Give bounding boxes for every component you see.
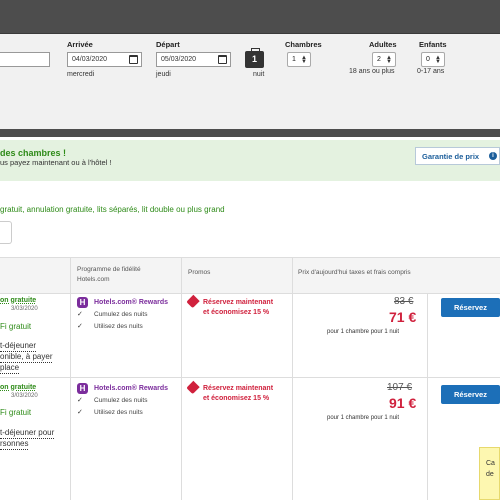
benefit-use: Utilisez des nuits: [94, 323, 143, 330]
new-price: 71 €: [389, 309, 417, 325]
destination-input[interactable]: [0, 52, 50, 67]
book-button[interactable]: Réservez: [441, 298, 500, 317]
adults-hint: 18 ans ou plus: [349, 68, 395, 75]
rooms-select[interactable]: 1 ▲ ▼: [287, 52, 311, 67]
rewards-title: Hotels.com® Rewards: [94, 299, 169, 306]
room-features-text: gratuit, annulation gratuite, lits sépar…: [0, 205, 225, 214]
calendar-icon[interactable]: [129, 55, 138, 64]
top-bar: [0, 0, 500, 34]
free-cancellation-link[interactable]: on gratuite: [0, 297, 36, 304]
cancel-date: 3/03/2020: [11, 306, 38, 312]
calendar-icon[interactable]: [218, 55, 227, 64]
breakfast-line-1[interactable]: t-déjeuner: [0, 341, 37, 352]
check-icon: ✓: [77, 397, 83, 404]
children-hint: 0-17 ans: [417, 68, 445, 75]
children-select[interactable]: 0 ▲ ▼: [421, 52, 445, 67]
header-price: Prix d'aujourd'hui taxes et frais compri…: [298, 269, 411, 276]
hotels-rewards-icon: H: [77, 383, 88, 394]
nights-label: nuit: [253, 71, 265, 78]
old-price: 107 €: [387, 382, 413, 393]
header-loyalty: Programme de fidélité Hotels.com: [77, 266, 141, 283]
feedback-note[interactable]: Ca de: [479, 447, 500, 500]
rooms-label: Chambres: [285, 40, 322, 49]
price-unit: pour 1 chambre pour 1 nuit: [327, 415, 400, 421]
departure-day: jeudi: [156, 71, 171, 78]
benefit-earn: Cumulez des nuits: [94, 397, 148, 404]
check-icon: ✓: [77, 409, 83, 416]
info-icon: i: [489, 152, 497, 160]
breakfast-line-2[interactable]: rsonnes: [0, 439, 29, 450]
tag-icon: [186, 294, 200, 309]
new-price: 91 €: [389, 395, 417, 411]
arrival-date-value: 04/03/2020: [72, 56, 108, 63]
departure-label: Départ: [156, 40, 180, 49]
section-divider-band: [0, 129, 500, 137]
briefcase-icon: 1: [245, 48, 264, 68]
rooms-table-header: [0, 257, 500, 294]
chevron-updown-icon: ▲ ▼: [386, 55, 392, 65]
chevron-updown-icon: ▲ ▼: [435, 55, 441, 65]
column-divider: [427, 294, 428, 500]
rooms-value: 1: [292, 56, 296, 63]
arrival-label: Arrivée: [67, 40, 93, 49]
price-unit: pour 1 chambre pour 1 nuit: [327, 329, 400, 335]
header-promos: Promos: [188, 269, 211, 276]
promo-line-1: Réservez maintenant: [203, 299, 274, 306]
children-label: Enfants: [419, 40, 447, 49]
cancel-date: 3/03/2020: [11, 393, 38, 399]
benefit-use: Utilisez des nuits: [94, 409, 143, 416]
column-divider: [181, 257, 182, 500]
tag-icon: [186, 380, 200, 395]
wifi-feature: Fi gratuit: [0, 408, 32, 417]
banner-subtitle: us payez maintenant ou à l'hôtel !: [0, 158, 112, 167]
benefit-earn: Cumulez des nuits: [94, 311, 148, 318]
free-cancellation-link[interactable]: on gratuite: [0, 384, 36, 391]
promo-line-2: et économisez 15 %: [203, 309, 270, 316]
banner-title: des chambres !: [0, 148, 67, 158]
children-value: 0: [426, 56, 430, 63]
adults-select[interactable]: 2 ▲ ▼: [372, 52, 396, 67]
column-divider: [70, 257, 71, 500]
promo-line-1: Réservez maintenant: [203, 385, 274, 392]
arrival-day: mercredi: [67, 71, 95, 78]
adults-label: Adultes: [369, 40, 397, 49]
arrival-date-input[interactable]: 04/03/2020: [67, 52, 142, 67]
breakfast-line-3[interactable]: place: [0, 363, 20, 374]
check-icon: ✓: [77, 323, 83, 330]
price-guarantee-button[interactable]: Garantie de prix i: [415, 147, 500, 165]
row-divider: [0, 377, 500, 378]
note-line-2: de: [486, 471, 494, 478]
breakfast-line-1[interactable]: t-déjeuner pour: [0, 428, 55, 439]
chevron-updown-icon: ▲ ▼: [301, 55, 307, 65]
note-line-1: Ca: [486, 460, 495, 467]
rewards-title: Hotels.com® Rewards: [94, 385, 169, 392]
price-guarantee-label: Garantie de prix: [422, 152, 480, 161]
wifi-feature: Fi gratuit: [0, 322, 32, 331]
old-price: 83 €: [394, 296, 414, 307]
column-divider: [292, 257, 293, 500]
nights-count: 1: [251, 54, 257, 64]
adults-value: 2: [377, 56, 381, 63]
filter-box[interactable]: [0, 221, 12, 244]
promo-line-2: et économisez 15 %: [203, 395, 270, 402]
departure-date-value: 05/03/2020: [161, 56, 197, 63]
hotels-rewards-icon: H: [77, 297, 88, 308]
departure-date-input[interactable]: 05/03/2020: [156, 52, 231, 67]
check-icon: ✓: [77, 311, 83, 318]
breakfast-line-2[interactable]: onible, à payer: [0, 352, 53, 363]
book-button[interactable]: Réservez: [441, 385, 500, 404]
